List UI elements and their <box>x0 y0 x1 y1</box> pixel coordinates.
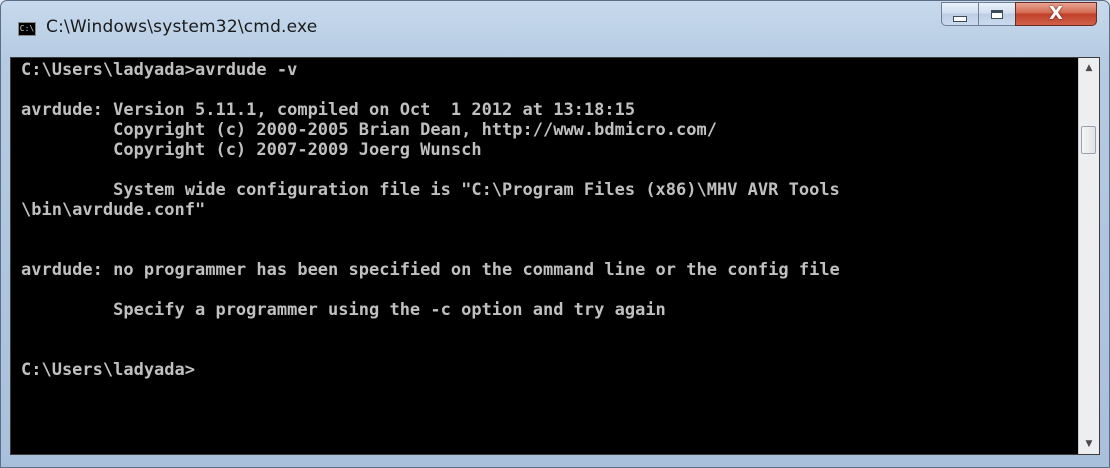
console-line: \bin\avrdude.conf" <box>21 200 206 220</box>
close-icon: X <box>1049 3 1063 24</box>
close-button[interactable]: X <box>1015 2 1097 26</box>
console-output[interactable]: C:\Users\ladyada>avrdude -v avrdude: Ver… <box>21 60 1081 452</box>
console-line: System wide configuration file is "C:\Pr… <box>21 180 840 200</box>
maximize-button[interactable] <box>978 2 1016 26</box>
console-area[interactable]: C:\Users\ladyada>avrdude -v avrdude: Ver… <box>10 57 1100 455</box>
console-line: Specify a programmer using the -c option… <box>21 300 666 320</box>
console-line: Copyright (c) 2000-2005 Brian Dean, http… <box>21 120 717 140</box>
window-title: C:\Windows\system32\cmd.exe <box>46 17 318 37</box>
console-line: Copyright (c) 2007-2009 Joerg Wunsch <box>21 140 482 160</box>
scroll-down-icon[interactable]: ▼ <box>1079 434 1099 454</box>
scroll-thumb[interactable] <box>1081 126 1096 154</box>
vertical-scrollbar[interactable]: ▲ ▼ <box>1078 58 1099 454</box>
console-line: avrdude: no programmer has been specifie… <box>21 260 840 280</box>
cmd-icon[interactable]: C:\ <box>18 22 36 36</box>
minimize-icon <box>953 16 967 22</box>
maximize-icon <box>991 9 1003 19</box>
minimize-button[interactable] <box>941 2 979 26</box>
console-line: C:\Users\ladyada>avrdude -v <box>21 60 298 80</box>
title-bar[interactable]: C:\ C:\Windows\system32\cmd.exe X <box>1 1 1109 57</box>
console-line: avrdude: Version 5.11.1, compiled on Oct… <box>21 100 636 120</box>
scroll-up-icon[interactable]: ▲ <box>1079 58 1099 78</box>
console-line: C:\Users\ladyada> <box>21 360 195 380</box>
cmd-window: C:\ C:\Windows\system32\cmd.exe X C:\Use… <box>0 0 1110 468</box>
